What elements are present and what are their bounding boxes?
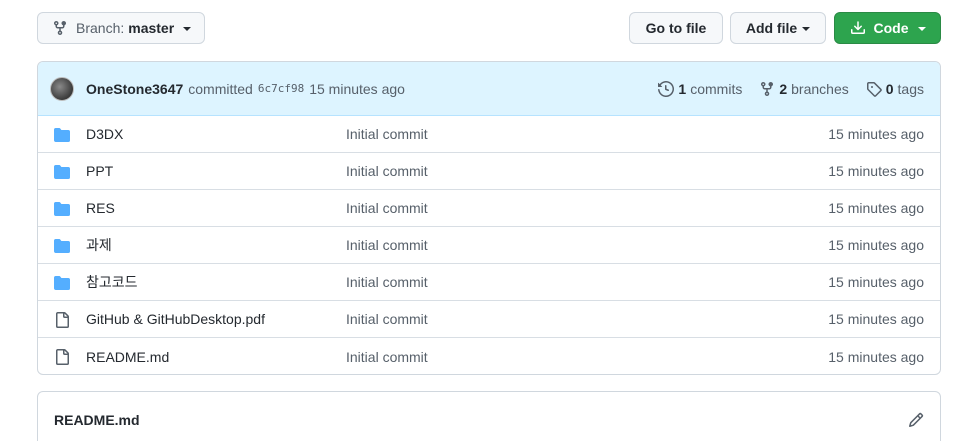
file-commit-time: 15 minutes ago [828, 274, 924, 290]
caret-down-icon [802, 27, 811, 31]
readme-title: README.md [54, 412, 140, 428]
avatar[interactable] [50, 76, 74, 101]
add-file-label: Add file [745, 20, 798, 36]
file-row[interactable]: D3DX Initial commit 15 minutes ago [38, 116, 940, 153]
folder-icon [54, 201, 70, 220]
file-name-link[interactable]: PPT [86, 163, 113, 179]
file-row[interactable]: README.md Initial commit 15 minutes ago [38, 338, 940, 374]
branch-icon [761, 81, 774, 96]
commit-author-link[interactable]: OneStone3647 [86, 81, 183, 97]
file-name-link[interactable]: D3DX [86, 126, 123, 142]
commit-sha-link[interactable]: 6c7cf98 [258, 82, 304, 95]
download-icon [850, 21, 865, 34]
code-button[interactable]: Code [834, 12, 941, 44]
commit-message-link[interactable]: Initial commit [346, 237, 428, 253]
file-row[interactable]: PPT Initial commit 15 minutes ago [38, 153, 940, 190]
file-row[interactable]: RES Initial commit 15 minutes ago [38, 190, 940, 227]
branch-label: Branch: [76, 20, 125, 36]
file-row[interactable]: GitHub & GitHubDesktop.pdf Initial commit… [38, 301, 940, 338]
tags-count: 0 [885, 80, 894, 97]
commit-message-link[interactable]: Initial commit [346, 200, 428, 216]
commit-message-link[interactable]: Initial commit [346, 274, 428, 290]
commits-count: 1 [678, 80, 687, 97]
caret-down-icon [183, 27, 192, 31]
branches-link[interactable]: 2 branches [759, 80, 849, 97]
latest-commit-bar: OneStone3647 committed 6c7cf98 15 minute… [38, 62, 940, 116]
file-commit-time: 15 minutes ago [828, 200, 924, 216]
folder-icon [54, 164, 70, 183]
file-name-link[interactable]: 참고코드 [86, 272, 138, 292]
tags-link[interactable]: 0 tags [866, 81, 924, 97]
go-to-file-label: Go to file [645, 20, 707, 36]
tag-icon [866, 81, 882, 97]
file-commit-time: 15 minutes ago [828, 126, 924, 142]
add-file-button[interactable]: Add file [730, 12, 826, 44]
commits-link[interactable]: 1 commits [658, 81, 742, 97]
file-name-link[interactable]: GitHub & GitHubDesktop.pdf [86, 311, 265, 327]
folder-icon [54, 127, 70, 146]
tags-label: tags [897, 80, 924, 97]
file-row[interactable]: 참고코드 Initial commit 15 minutes ago [38, 264, 940, 301]
commits-label: commits [690, 80, 743, 97]
folder-icon [54, 238, 70, 257]
file-commit-time: 15 minutes ago [828, 311, 924, 327]
file-commit-time: 15 minutes ago [828, 348, 924, 365]
file-commit-time: 15 minutes ago [828, 237, 924, 253]
pencil-icon[interactable] [908, 412, 924, 428]
branch-icon [54, 21, 66, 36]
branch-name: master [128, 20, 175, 36]
folder-icon [54, 275, 70, 294]
branches-label: branches [791, 80, 849, 97]
file-commit-time: 15 minutes ago [828, 163, 924, 179]
branch-select-button[interactable]: Branch: master [37, 12, 205, 44]
branches-count: 2 [779, 80, 788, 97]
file-icon [54, 349, 70, 368]
file-row[interactable]: 과제 Initial commit 15 minutes ago [38, 227, 940, 264]
go-to-file-button[interactable]: Go to file [629, 12, 723, 44]
history-icon [658, 80, 675, 97]
file-list: D3DX Initial commit 15 minutes ago PPT Initi… [38, 116, 940, 374]
repo-stats: 1 commits 2 branches 0 tags [658, 62, 924, 115]
commit-time: 15 minutes ago [309, 80, 405, 97]
readme-panel: README.md [37, 391, 941, 441]
commit-message-link[interactable]: Initial commit [346, 349, 428, 365]
file-name-link[interactable]: 과제 [86, 235, 112, 255]
commit-message-link[interactable]: Initial commit [346, 163, 428, 179]
commit-message-link[interactable]: Initial commit [346, 311, 428, 327]
file-name-link[interactable]: RES [86, 200, 115, 216]
caret-down-icon [917, 27, 926, 31]
file-name-link[interactable]: README.md [86, 349, 169, 365]
code-label: Code [873, 20, 909, 36]
commit-verb: committed [188, 80, 253, 97]
commit-message-link[interactable]: Initial commit [346, 126, 428, 142]
file-icon [54, 312, 70, 331]
file-browser: OneStone3647 committed 6c7cf98 15 minute… [37, 61, 941, 375]
